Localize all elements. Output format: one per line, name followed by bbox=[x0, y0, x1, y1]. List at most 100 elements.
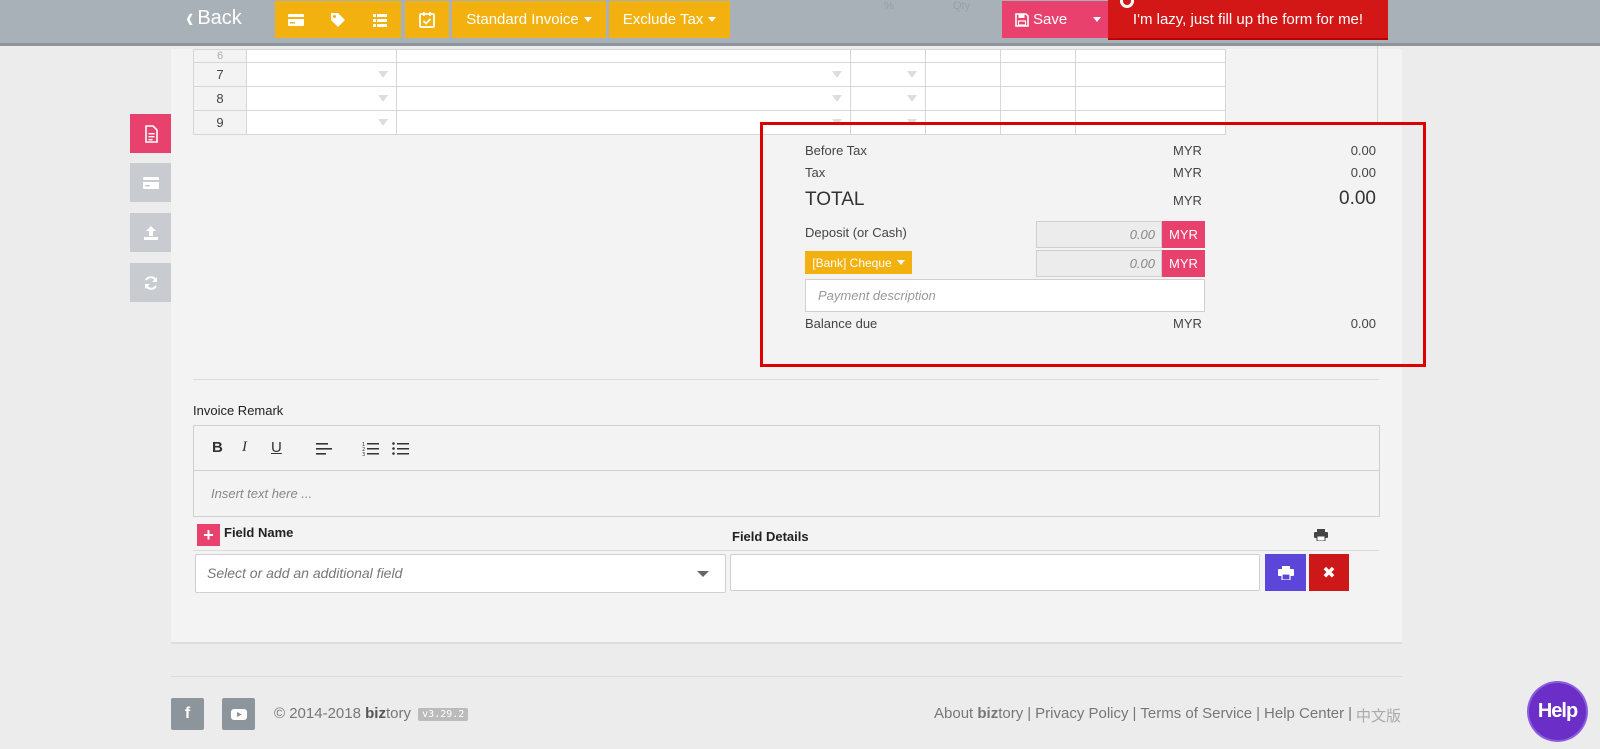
row-number: 8 bbox=[193, 86, 247, 111]
copyright-text: © 2014-2018 bbox=[274, 705, 361, 722]
section-divider bbox=[193, 379, 1379, 380]
add-field-button[interactable]: + bbox=[197, 524, 220, 546]
autofill-label: I'm lazy, just fill up the form for me! bbox=[1132, 10, 1364, 28]
payment-description-input[interactable]: Payment description bbox=[805, 279, 1205, 312]
item-select[interactable] bbox=[246, 49, 397, 63]
chinese-language-link[interactable]: 中文版 bbox=[1356, 705, 1401, 726]
tax-label: Tax bbox=[805, 165, 826, 180]
caret-down-icon bbox=[1092, 17, 1101, 22]
youtube-link[interactable] bbox=[222, 698, 255, 730]
qty-input[interactable] bbox=[925, 62, 1001, 87]
bank-currency-tag: MYR bbox=[1162, 250, 1205, 277]
price-input[interactable] bbox=[1000, 86, 1076, 111]
align-left-icon[interactable] bbox=[316, 442, 332, 456]
help-center-link[interactable]: Help Center bbox=[1264, 705, 1344, 726]
table-row: 6 bbox=[193, 49, 1226, 63]
remark-text-area[interactable]: Insert text here ... bbox=[211, 486, 312, 501]
facebook-link[interactable]: f bbox=[171, 698, 204, 730]
row-number: 6 bbox=[193, 49, 247, 63]
tax-select[interactable] bbox=[850, 62, 926, 87]
help-chat-button[interactable]: Help bbox=[1529, 683, 1586, 740]
back-button[interactable]: ‹ Back bbox=[186, 1, 242, 34]
save-button[interactable]: Save bbox=[1002, 1, 1090, 38]
tax-select[interactable] bbox=[850, 86, 926, 111]
underline-icon[interactable]: U bbox=[271, 439, 282, 456]
bank-amount-input[interactable]: 0.00 bbox=[1036, 250, 1162, 277]
description-select[interactable] bbox=[396, 86, 851, 111]
description-select[interactable] bbox=[396, 62, 851, 87]
deposit-currency-tag: MYR bbox=[1162, 221, 1205, 248]
caret-down-icon bbox=[708, 17, 717, 22]
back-label: Back bbox=[197, 6, 242, 29]
tag-button[interactable] bbox=[317, 1, 359, 38]
price-input[interactable] bbox=[1000, 62, 1076, 87]
item-select[interactable] bbox=[246, 62, 397, 87]
delete-field-button[interactable]: ✖ bbox=[1309, 554, 1349, 591]
footer-divider bbox=[171, 676, 1402, 677]
deposit-amount-input[interactable]: 0.00 bbox=[1036, 221, 1162, 248]
row-number: 7 bbox=[193, 62, 247, 87]
description-select[interactable] bbox=[396, 49, 851, 63]
invoice-type-label: Standard Invoice bbox=[466, 11, 579, 28]
footer-separator: | bbox=[1132, 705, 1137, 722]
price-input[interactable] bbox=[1000, 49, 1076, 63]
tax-currency: MYR bbox=[1173, 165, 1202, 180]
dropdown-arrow-icon bbox=[907, 71, 917, 78]
floppy-disk-icon bbox=[1015, 12, 1029, 27]
payment-card-button[interactable] bbox=[275, 1, 317, 38]
footer-separator: | bbox=[1027, 705, 1032, 722]
italic-icon[interactable]: I bbox=[242, 439, 247, 456]
about-prefix: About bbox=[934, 705, 974, 722]
side-tab-upload[interactable] bbox=[130, 213, 171, 252]
list-button[interactable] bbox=[359, 1, 401, 38]
payment-method-dropdown[interactable]: [Bank] Cheque bbox=[805, 251, 912, 274]
dropdown-arrow-icon bbox=[832, 71, 842, 78]
about-brand-rest: tory bbox=[998, 705, 1024, 722]
ordered-list-icon[interactable]: 123 bbox=[362, 441, 379, 456]
field-details-input[interactable] bbox=[730, 554, 1260, 591]
qty-input[interactable] bbox=[925, 86, 1001, 111]
calendar-button[interactable] bbox=[405, 1, 449, 38]
dropdown-arrow-icon bbox=[378, 71, 388, 78]
svg-text:3: 3 bbox=[362, 452, 365, 456]
side-tab-document[interactable] bbox=[130, 114, 171, 153]
caret-down-icon bbox=[697, 571, 709, 577]
side-tab-refresh[interactable] bbox=[130, 263, 171, 302]
bold-icon[interactable]: B bbox=[212, 439, 223, 456]
item-select[interactable] bbox=[246, 86, 397, 111]
tax-select[interactable] bbox=[850, 49, 926, 63]
caret-down-icon bbox=[896, 260, 905, 265]
qty-input[interactable] bbox=[925, 49, 1001, 63]
table-right-border bbox=[1377, 46, 1378, 122]
unordered-list-icon[interactable] bbox=[392, 441, 409, 456]
document-icon bbox=[144, 124, 158, 143]
deposit-label: Deposit (or Cash) bbox=[805, 225, 907, 240]
row-number: 9 bbox=[193, 110, 247, 135]
tax-mode-dropdown[interactable]: Exclude Tax bbox=[609, 1, 730, 38]
brand-rest: tory bbox=[385, 705, 411, 722]
print-toggle-button[interactable] bbox=[1265, 554, 1306, 591]
footer-separator: | bbox=[1256, 705, 1261, 722]
printer-icon bbox=[1314, 529, 1328, 541]
item-select[interactable] bbox=[246, 110, 397, 135]
total-value: 0.00 bbox=[1339, 188, 1376, 209]
save-options-dropdown[interactable] bbox=[1083, 1, 1110, 38]
autofill-form-button[interactable]: I'm lazy, just fill up the form for me! bbox=[1108, 0, 1388, 40]
terms-of-service-link[interactable]: Terms of Service bbox=[1140, 705, 1252, 726]
plus-icon: + bbox=[203, 524, 214, 545]
percent-column-header: % bbox=[884, 0, 894, 12]
version-badge: v3.29.2 bbox=[418, 707, 469, 721]
side-tab-payment[interactable] bbox=[130, 163, 171, 202]
additional-field-select[interactable]: Select or add an additional field bbox=[195, 554, 726, 593]
privacy-policy-link[interactable]: Privacy Policy bbox=[1035, 705, 1128, 726]
total-label: TOTAL bbox=[805, 189, 865, 210]
caret-down-icon bbox=[583, 17, 592, 22]
field-details-header: Field Details bbox=[732, 529, 809, 544]
invoice-type-dropdown[interactable]: Standard Invoice bbox=[452, 1, 606, 38]
table-row: 8 bbox=[193, 86, 1226, 111]
before-tax-currency: MYR bbox=[1173, 143, 1202, 158]
brand-bold: biz bbox=[365, 705, 386, 722]
about-link[interactable]: About biztory bbox=[934, 705, 1023, 726]
balance-due-value: 0.00 bbox=[1350, 316, 1376, 331]
refresh-icon bbox=[144, 275, 157, 290]
